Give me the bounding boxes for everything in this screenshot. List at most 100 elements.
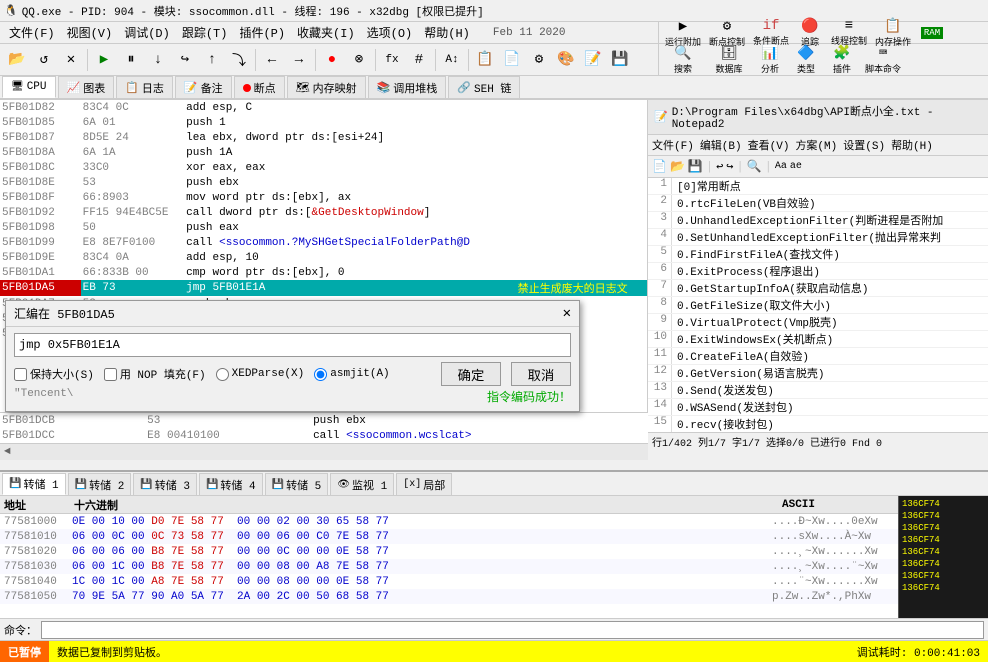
np-menu-help[interactable]: 帮助(H) <box>891 137 933 153</box>
np-btn-save[interactable]: 💾 <box>688 159 703 174</box>
menu-options[interactable]: 选项(O) <box>362 22 418 43</box>
disasm-row[interactable]: 5FB01D8F 66:8903 mov word ptr ds:[ebx], … <box>0 190 647 205</box>
btn-mem-ops[interactable]: 📋 内存操作 <box>873 18 913 48</box>
btn-cond-bp[interactable]: if 条件断点 <box>751 18 791 47</box>
btab-dump4[interactable]: 💾 转储 4 <box>199 473 263 495</box>
disasm-row[interactable]: 5FB01D87 8D5E 24 lea ebx, dword ptr ds:[… <box>0 130 647 145</box>
np-btn-find[interactable]: 🔍 <box>747 159 762 174</box>
disasm-row-dcc[interactable]: 5FB01DCC E8 00410100 call <ssocommon.wcs… <box>0 428 648 443</box>
btn-log-btn[interactable]: 📝 <box>580 47 606 73</box>
np-btn-undo[interactable]: ↩ <box>716 159 723 174</box>
np-btn-new[interactable]: 📄 <box>652 159 667 174</box>
radio-xedparse[interactable]: XEDParse(X) <box>216 368 305 381</box>
np-menu-view[interactable]: 查看(V) <box>748 137 790 153</box>
checkbox-keep-size[interactable]: 保持大小(S) <box>14 366 94 382</box>
disasm-row[interactable]: 5FB01D98 50 push eax <box>0 220 647 235</box>
btn-step-over[interactable]: ↪ <box>172 47 198 73</box>
btn-undo[interactable]: ← <box>259 47 285 73</box>
tab-chart[interactable]: 📈 图表 <box>58 76 115 98</box>
menu-file[interactable]: 文件(F) <box>4 22 60 43</box>
np-btn-redo[interactable]: ↪ <box>726 159 733 174</box>
btn-run-to-user[interactable]: ⤵ <box>226 47 252 73</box>
xedparse-radio[interactable] <box>216 368 229 381</box>
btn-step-out[interactable]: ↑ <box>199 47 225 73</box>
btn-breakpoint-ctrl[interactable]: ⚙ 断点控制 <box>707 18 747 48</box>
btn-run[interactable]: ▶ <box>91 47 117 73</box>
hex-row-2[interactable]: 77581010 06 00 0C 00 0C 73 58 77 00 00 0… <box>0 529 898 544</box>
disasm-row-dcb[interactable]: 5FB01DCB 53 push ebx <box>0 413 648 428</box>
btab-dump3[interactable]: 💾 转储 3 <box>133 473 197 495</box>
btn-copy[interactable]: 📋 <box>472 47 498 73</box>
disasm-row[interactable]: 5FB01DA1 66:833B 00 cmp word ptr ds:[ebx… <box>0 265 647 280</box>
jump-input[interactable] <box>14 333 571 357</box>
menu-plugin[interactable]: 插件(P) <box>234 22 290 43</box>
btn-restart[interactable]: ↺ <box>31 47 57 73</box>
btn-script-cmd[interactable]: ⌨ 脚本命令 <box>863 45 903 75</box>
np-menu-scheme[interactable]: 方案(M) <box>795 137 837 153</box>
disasm-row[interactable]: 5FB01D9E 83C4 0A add esp, 10 <box>0 250 647 265</box>
btab-dump5[interactable]: 💾 转储 5 <box>265 473 329 495</box>
disasm-row[interactable]: 5FB01D8A 6A 1A push 1A <box>0 145 647 160</box>
menu-trace[interactable]: 跟踪(T) <box>177 22 233 43</box>
tab-seh[interactable]: 🔗 SEH 链 <box>448 76 520 98</box>
btn-redo[interactable]: → <box>286 47 312 73</box>
np-menu-file[interactable]: 文件(F) <box>652 137 694 153</box>
keep-size-checkbox[interactable] <box>14 368 27 381</box>
menu-fav[interactable]: 收藏夹(I) <box>292 22 360 43</box>
btn-hash[interactable]: # <box>406 47 432 73</box>
dialog-cancel-button[interactable]: 取消 <box>511 362 571 386</box>
menu-help[interactable]: 帮助(H) <box>419 22 475 43</box>
btab-dump1[interactable]: 💾 转储 1 <box>2 473 66 495</box>
btn-paste[interactable]: 📄 <box>499 47 525 73</box>
nop-fill-checkbox[interactable] <box>104 368 117 381</box>
btn-save2[interactable]: 💾 <box>607 47 633 73</box>
btab-local[interactable]: [x] 局部 <box>396 473 452 495</box>
btab-dump2[interactable]: 💾 转储 2 <box>68 473 132 495</box>
tab-callstack[interactable]: 📚 调用堆栈 <box>368 76 447 98</box>
tab-breakpoints[interactable]: 断点 <box>234 76 285 98</box>
btn-ram[interactable]: RAM <box>917 27 947 39</box>
btn-search[interactable]: 🔍 搜索 <box>663 45 703 75</box>
disasm-row[interactable]: 5FB01D82 83C4 0C add esp, C <box>0 100 647 115</box>
tab-log[interactable]: 📋 日志 <box>116 76 173 98</box>
disasm-row[interactable]: 5FB01D8C 33C0 xor eax, eax <box>0 160 647 175</box>
btn-hw-bp[interactable]: ⊗ <box>346 47 372 73</box>
menu-debug[interactable]: 调试(D) <box>119 22 175 43</box>
disasm-row[interactable]: 5FB01D92 FF15 94E4BC5E call dword ptr ds… <box>0 205 647 220</box>
btn-run-attach[interactable]: ▶ 运行附加 <box>663 18 703 48</box>
btn-open[interactable]: 📂 <box>4 47 30 73</box>
disasm-row-highlighted[interactable]: 5FB01DA5 EB 73 jmp 5FB01E1A 禁止生成废大的日志文 <box>0 280 647 296</box>
tab-memory-map[interactable]: 🗺 内存映射 <box>287 76 366 98</box>
disasm-row[interactable]: 5FB01D8E 53 push ebx <box>0 175 647 190</box>
btn-fx[interactable]: fx <box>379 47 405 73</box>
btn-close[interactable]: ✕ <box>58 47 84 73</box>
btn-pause[interactable]: ⏸ <box>118 47 144 73</box>
menu-view[interactable]: 视图(V) <box>62 22 118 43</box>
np-menu-settings[interactable]: 设置(S) <box>843 137 885 153</box>
btn-palette[interactable]: 🎨 <box>553 47 579 73</box>
np-menu-edit[interactable]: 编辑(B) <box>700 137 742 153</box>
hex-row-3[interactable]: 77581020 06 00 06 00 B8 7E 58 77 00 00 0… <box>0 544 898 559</box>
btab-watch1[interactable]: 👁 监视 1 <box>330 473 394 495</box>
cmd-input[interactable] <box>41 621 984 639</box>
notepad-content[interactable]: 1 [0]常用断点 2 0.rtcFileLen(VB自效验) 3 0.Unha… <box>648 178 988 432</box>
hex-row-1[interactable]: 77581000 0E 00 10 00 D0 7E 58 77 00 00 0… <box>0 514 898 529</box>
btn-database[interactable]: 🗄 数据库 <box>709 45 749 75</box>
tab-notes[interactable]: 📝 备注 <box>175 76 232 98</box>
btn-breakpoint[interactable]: ● <box>319 47 345 73</box>
btn-font[interactable]: A↕ <box>439 47 465 73</box>
dialog-ok-button[interactable]: 确定 <box>441 362 501 386</box>
btn-plugins[interactable]: 🧩 插件 <box>827 45 857 75</box>
btn-settings2[interactable]: ⚙ <box>526 47 552 73</box>
btn-step-into[interactable]: ↓ <box>145 47 171 73</box>
btn-trace[interactable]: 🔴 追踪 <box>795 18 825 48</box>
btn-types[interactable]: 🔷 类型 <box>791 45 821 75</box>
checkbox-nop[interactable]: 用 NOP 填充(F) <box>104 366 206 382</box>
asmjit-radio[interactable] <box>314 368 327 381</box>
btn-thread-ctrl[interactable]: ≡ 线程控制 <box>829 18 869 47</box>
hex-row-6[interactable]: 77581050 70 9E 5A 77 90 A0 5A 77 2A 00 2… <box>0 589 898 604</box>
np-btn-open[interactable]: 📂 <box>670 159 685 174</box>
hex-row-4[interactable]: 77581030 06 00 1C 00 B8 7E 58 77 00 00 0… <box>0 559 898 574</box>
disasm-row[interactable]: 5FB01D85 6A 01 push 1 <box>0 115 647 130</box>
close-icon[interactable]: ✕ <box>563 305 571 322</box>
